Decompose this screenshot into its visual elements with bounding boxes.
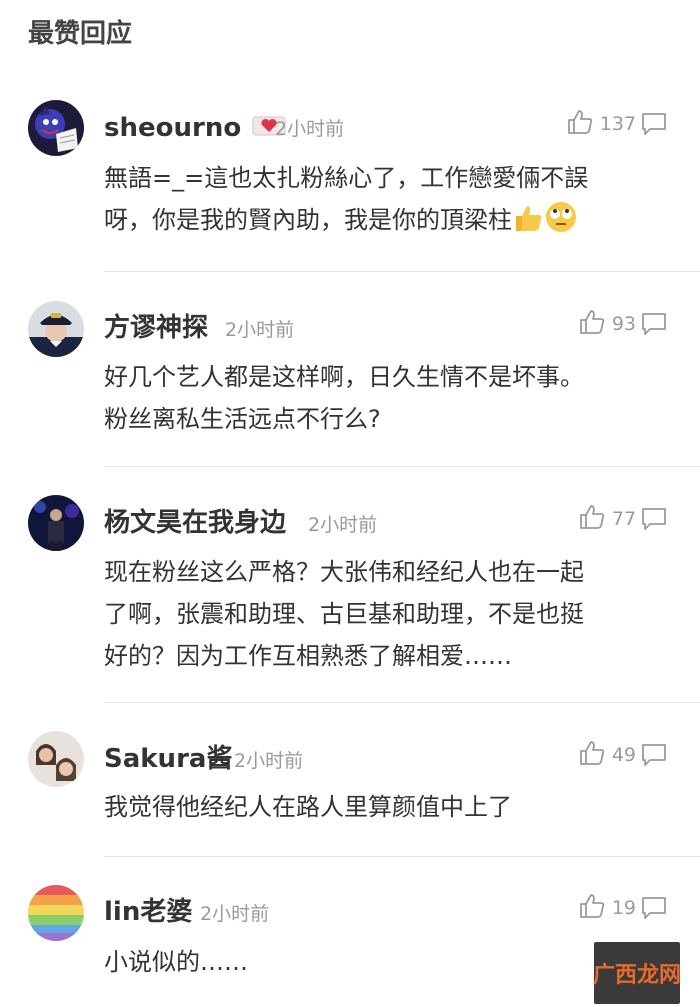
comment-line: 了啊，张震和助理、古巨基和助理，不是也挺 [104,600,584,628]
comment-line: 现在粉丝这么严格？大张伟和经纪人也在一起 [104,558,584,586]
comment-line: 小说似的…… [104,948,248,976]
comment-text: 無語=_=這也太扎粉絲心了，工作戀愛倆不誤 呀，你是我的賢內助，我是你的頂梁柱 [104,157,674,247]
like-count: 77 [611,508,636,530]
comment-line: 粉丝离私生活远点不行么? [104,405,381,433]
comment-line: 好几个艺人都是这样啊，日久生情不是坏事。 [104,363,584,391]
comment-text: 好几个艺人都是这样啊，日久生情不是坏事。 粉丝离私生活远点不行么? [104,356,674,440]
like-count: 93 [611,313,636,335]
like-button[interactable]: 49 [578,737,636,773]
comment-line: 我觉得他经纪人在路人里算颜值中上了 [104,793,512,821]
divider [104,466,700,467]
reply-icon[interactable] [640,890,670,926]
comment-line: 好的？因为工作互相熟悉了解相爱…… [104,642,512,670]
user-avatar[interactable] [28,495,84,551]
reply-icon[interactable] [640,306,670,342]
thumbs-up-icon [566,108,594,140]
user-avatar[interactable] [28,731,84,787]
reply-icon[interactable] [640,737,670,773]
divider [104,271,700,272]
timestamp: 2小时前 [308,514,378,536]
reply-icon[interactable] [640,501,670,537]
comment-text: 现在粉丝这么严格？大张伟和经纪人也在一起 了啊，张震和助理、古巨基和助理，不是也… [104,551,674,677]
timestamp: 2小时前 [275,118,345,140]
watermark-logo: 广西龙网 [593,942,682,1004]
like-count: 19 [611,897,636,919]
thumbs-up-icon [578,892,606,924]
watermark-text: 广西龙网 [593,963,682,988]
comment-line: 無語=_=這也太扎粉絲心了，工作戀愛倆不誤 [104,164,589,192]
timestamp: 2小时前 [225,319,295,341]
username[interactable]: 杨文昊在我身边 [104,505,286,541]
user-avatar[interactable] [28,885,84,941]
thumbs-up-icon [578,503,606,535]
section-title: 最赞回应 [28,19,133,49]
eye-roll-emoji [544,200,578,247]
like-button[interactable]: 77 [578,501,636,537]
username[interactable]: lin老婆 [104,894,192,930]
username[interactable]: sheourno [104,110,286,147]
comment-text: 我觉得他经纪人在路人里算颜值中上了 [104,786,674,828]
user-avatar[interactable] [28,301,84,357]
thumbs-up-emoji [512,202,544,247]
reply-icon[interactable] [640,106,670,142]
timestamp: 2小时前 [200,903,270,925]
like-button[interactable]: 137 [566,106,636,142]
divider [104,702,700,703]
like-count: 49 [611,744,636,766]
username-text[interactable]: sheourno [104,113,241,143]
thumbs-up-icon [578,739,606,771]
comment-text: 小说似的…… [104,941,674,983]
username[interactable]: 方谬神探 [104,310,208,346]
divider [104,856,700,857]
user-avatar[interactable] [28,100,84,156]
like-button[interactable]: 19 [578,890,636,926]
like-button[interactable]: 93 [578,306,636,342]
username[interactable]: Sakura酱 [104,741,232,777]
comment-line: 呀，你是我的賢內助，我是你的頂梁柱 [104,206,512,234]
thumbs-up-icon [578,308,606,340]
like-count: 137 [599,113,636,135]
timestamp: 2小时前 [234,750,304,772]
